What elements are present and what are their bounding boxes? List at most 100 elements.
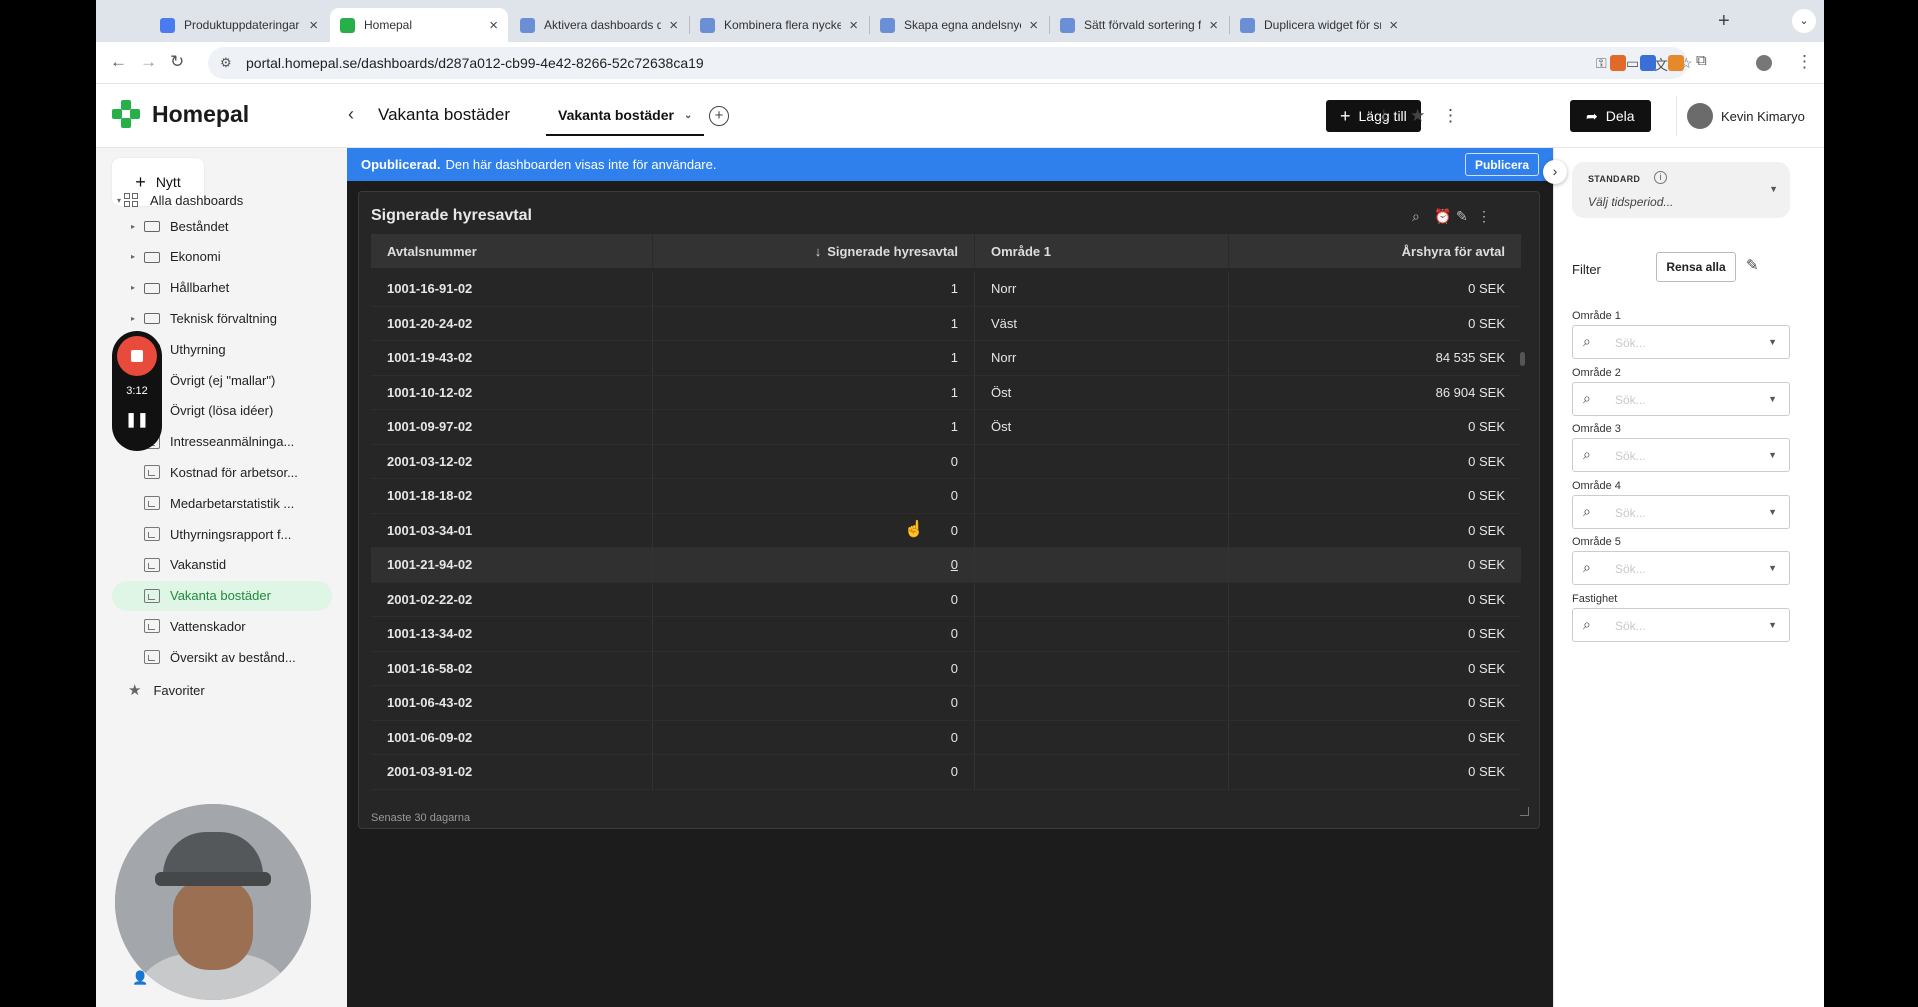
translate-icon[interactable]: 文 — [1654, 55, 1668, 75]
search-icon: ⌕ — [1583, 333, 1591, 349]
address-bar[interactable]: ⚙ portal.homepal.se/dashboards/d287a012-… — [208, 47, 1693, 79]
filter-select[interactable]: ⌕ Sök... ▼ — [1572, 325, 1790, 359]
extensions-puzzle-icon[interactable]: ⧉ — [1696, 52, 1707, 69]
table-scrollbar[interactable] — [1520, 352, 1525, 366]
widget-menu-icon[interactable]: ⋮ — [1477, 208, 1491, 225]
search-icon[interactable]: ⌕ — [1412, 208, 1420, 225]
browser-tab[interactable]: Homepal × — [330, 8, 508, 42]
tab-search-button[interactable]: ⌄ — [1792, 9, 1816, 33]
add-tab-button[interactable]: + — [709, 106, 729, 126]
more-options-icon[interactable]: ⋮ — [1442, 106, 1459, 126]
sidebar-item[interactable]: ▸ Hållbarhet — [128, 273, 229, 303]
close-tab-icon[interactable]: × — [489, 17, 498, 34]
reload-icon[interactable]: ↻ — [170, 52, 184, 72]
resize-handle[interactable] — [1520, 807, 1529, 816]
sidebar-item[interactable]: ▸ Beståndet — [128, 211, 229, 241]
filter-select[interactable]: ⌕ Sök... ▼ — [1572, 438, 1790, 472]
table-row[interactable]: 1001-06-43-02 0 0 SEK — [371, 686, 1521, 721]
key-icon[interactable]: ⚿ — [1596, 55, 1607, 72]
sidebar-item[interactable]: Vattenskador — [128, 611, 246, 641]
tab-vakanta-bostader[interactable]: Vakanta bostäder ⌄ — [546, 96, 705, 136]
table-cell: 1001-18-18-02 — [371, 479, 653, 513]
download-icon[interactable]: ⤓ — [1380, 106, 1388, 126]
back-arrow-icon[interactable]: ← — [110, 52, 127, 72]
edit-pencil-icon[interactable]: ✎ — [1456, 208, 1468, 225]
table-widget[interactable]: Signerade hyresavtal ⌕ ⏰ ✎ ⋮ Avtalsnumme… — [358, 191, 1540, 829]
user-menu[interactable]: Kevin Kimaryo — [1676, 96, 1816, 136]
filter-select[interactable]: ⌕ Sök... ▼ — [1572, 381, 1790, 416]
extension-fox-icon[interactable] — [1610, 55, 1626, 71]
browser-tab[interactable]: Duplicera widget för snabb × — [1230, 8, 1408, 42]
col-header-arshyra[interactable]: Årshyra för avtal — [1229, 234, 1521, 268]
alarm-bell-icon[interactable]: ⏰ — [1434, 208, 1451, 225]
table-body: 1001-16-91-02 1 Norr 0 SEK 1001-20-24-02 1 Väs… — [371, 272, 1521, 792]
filter-placeholder: Sök... — [1615, 336, 1646, 350]
edit-filters-pencil-icon[interactable]: ✎ — [1746, 256, 1759, 274]
col-header-signerade-hyresavtal[interactable]: ↓ Signerade hyresavtal — [653, 234, 975, 268]
sidebar-item[interactable]: Uthyrningsrapport f... — [128, 519, 291, 549]
install-icon[interactable]: ▭ — [1626, 55, 1639, 72]
add-widget-button[interactable]: + Lägg till — [1326, 100, 1421, 132]
table-row[interactable]: 1001-16-91-02 1 Norr 0 SEK — [371, 272, 1521, 307]
sidebar-item-favorites[interactable]: ★ Favoriter — [128, 675, 205, 705]
sidebar-item[interactable]: Översikt av bestånd... — [128, 642, 296, 672]
filter-select[interactable]: ⌕ Sök... ▼ — [1572, 551, 1790, 585]
table-row[interactable]: 1001-18-18-02 0 0 SEK — [371, 479, 1521, 514]
sidebar-item[interactable]: Vakanta bostäder — [112, 580, 332, 611]
sidebar-item[interactable]: Medarbetarstatistik ... — [128, 488, 294, 518]
browser-tab[interactable]: Aktivera dashboards direkt × — [510, 8, 688, 42]
extension-orange-icon[interactable] — [1668, 55, 1684, 71]
table-cell: 1001-06-09-02 — [371, 720, 653, 754]
table-row[interactable]: 1001-06-09-02 0 0 SEK — [371, 720, 1521, 755]
close-tab-icon[interactable]: × — [669, 17, 678, 34]
sidebar-item[interactable]: Kostnad för arbetsor... — [128, 457, 298, 487]
table-cell: 0 — [653, 686, 975, 720]
filter-select[interactable]: ⌕ Sök... ▼ — [1572, 607, 1790, 642]
homepal-logo[interactable]: Homepal — [112, 100, 249, 128]
table-row[interactable]: 1001-20-24-02 1 Väst 0 SEK — [371, 306, 1521, 341]
sidebar-item[interactable]: Vakanstid — [128, 550, 226, 580]
browser-tab[interactable]: Skapa egna andelsnyckeltal × — [870, 8, 1048, 42]
table-row[interactable]: 1001-09-97-02 1 Öst 0 SEK — [371, 410, 1521, 445]
new-tab-button[interactable]: + — [1718, 10, 1730, 33]
clear-filters-button[interactable]: Rensa alla — [1656, 252, 1736, 282]
browser-tab[interactable]: Sätt förvald sortering för b × — [1050, 8, 1228, 42]
table-cell: 0 SEK — [1468, 315, 1505, 331]
collapse-panel-button[interactable]: › — [1543, 160, 1567, 184]
table-row[interactable]: 1001-19-43-02 1 Norr 84 535 SEK — [371, 341, 1521, 376]
table-row[interactable]: 1001-03-34-01 0 0 SEK — [371, 513, 1521, 548]
col-header-avtalsnummer[interactable]: Avtalsnummer — [371, 234, 653, 268]
favorite-star-icon[interactable]: ★ — [1410, 106, 1425, 126]
table-row[interactable]: 2001-02-22-02 0 0 SEK — [371, 582, 1521, 617]
forward-arrow-icon[interactable]: → — [140, 52, 157, 72]
close-tab-icon[interactable]: × — [309, 17, 318, 34]
profile-icon[interactable] — [1756, 55, 1772, 71]
chevron-left-icon[interactable]: ‹ — [348, 104, 354, 125]
info-icon[interactable]: i — [1654, 171, 1667, 184]
browser-tab[interactable]: Kombinera flera nyckeltal i × — [690, 8, 868, 42]
sidebar-item[interactable]: ▸ Ekonomi — [128, 242, 221, 272]
browser-menu-icon[interactable]: ⋮ — [1796, 52, 1813, 72]
pause-icon[interactable]: ❚❚ — [112, 411, 162, 428]
close-tab-icon[interactable]: × — [1389, 17, 1398, 34]
share-button[interactable]: ➦ Dela — [1570, 100, 1651, 132]
table-row[interactable]: 2001-03-91-02 0 0 SEK — [371, 755, 1521, 790]
table-row[interactable]: 1001-13-34-02 0 0 SEK — [371, 617, 1521, 652]
stop-record-button[interactable] — [117, 336, 157, 376]
close-tab-icon[interactable]: × — [849, 17, 858, 34]
site-info-icon[interactable]: ⚙ — [220, 55, 232, 71]
table-cell: 1 — [653, 375, 975, 409]
col-header-omrade-1[interactable]: Område 1 — [975, 234, 1229, 268]
table-row[interactable]: 1001-21-94-02 0 0 SEK — [371, 548, 1521, 583]
sidebar-item[interactable]: ▸ Teknisk förvaltning — [128, 303, 277, 333]
period-selector[interactable]: STANDARD i Välj tidsperiod... ▼ — [1572, 162, 1790, 218]
browser-tab[interactable]: Produktuppdateringar sept × — [150, 8, 328, 42]
table-row[interactable]: 1001-10-12-02 1 Öst 86 904 SEK — [371, 375, 1521, 410]
publish-button[interactable]: Publicera — [1464, 153, 1539, 176]
close-tab-icon[interactable]: × — [1029, 17, 1038, 34]
filter-select[interactable]: ⌕ Sök... ▼ — [1572, 494, 1790, 529]
table-row[interactable]: 2001-03-12-02 0 0 SEK — [371, 444, 1521, 479]
extension-badge-icon[interactable] — [1640, 55, 1656, 71]
close-tab-icon[interactable]: × — [1209, 17, 1218, 34]
table-row[interactable]: 1001-16-58-02 0 0 SEK — [371, 651, 1521, 686]
